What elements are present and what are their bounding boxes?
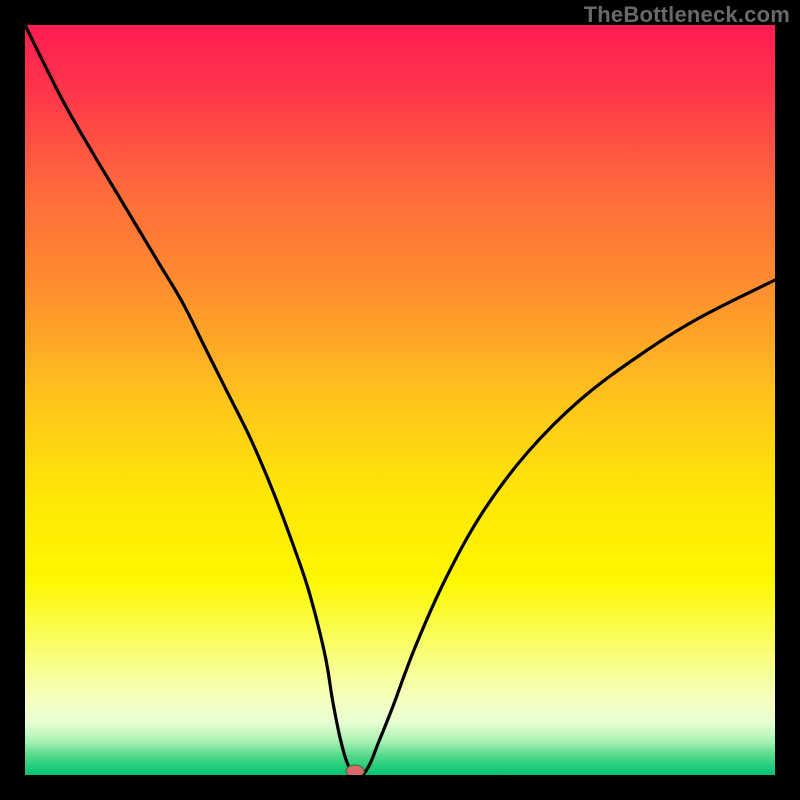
chart-frame: TheBottleneck.com xyxy=(0,0,800,800)
bottleneck-plot xyxy=(25,25,775,775)
optimum-marker xyxy=(346,765,364,775)
plot-background xyxy=(25,25,775,775)
watermark-text: TheBottleneck.com xyxy=(584,2,790,28)
